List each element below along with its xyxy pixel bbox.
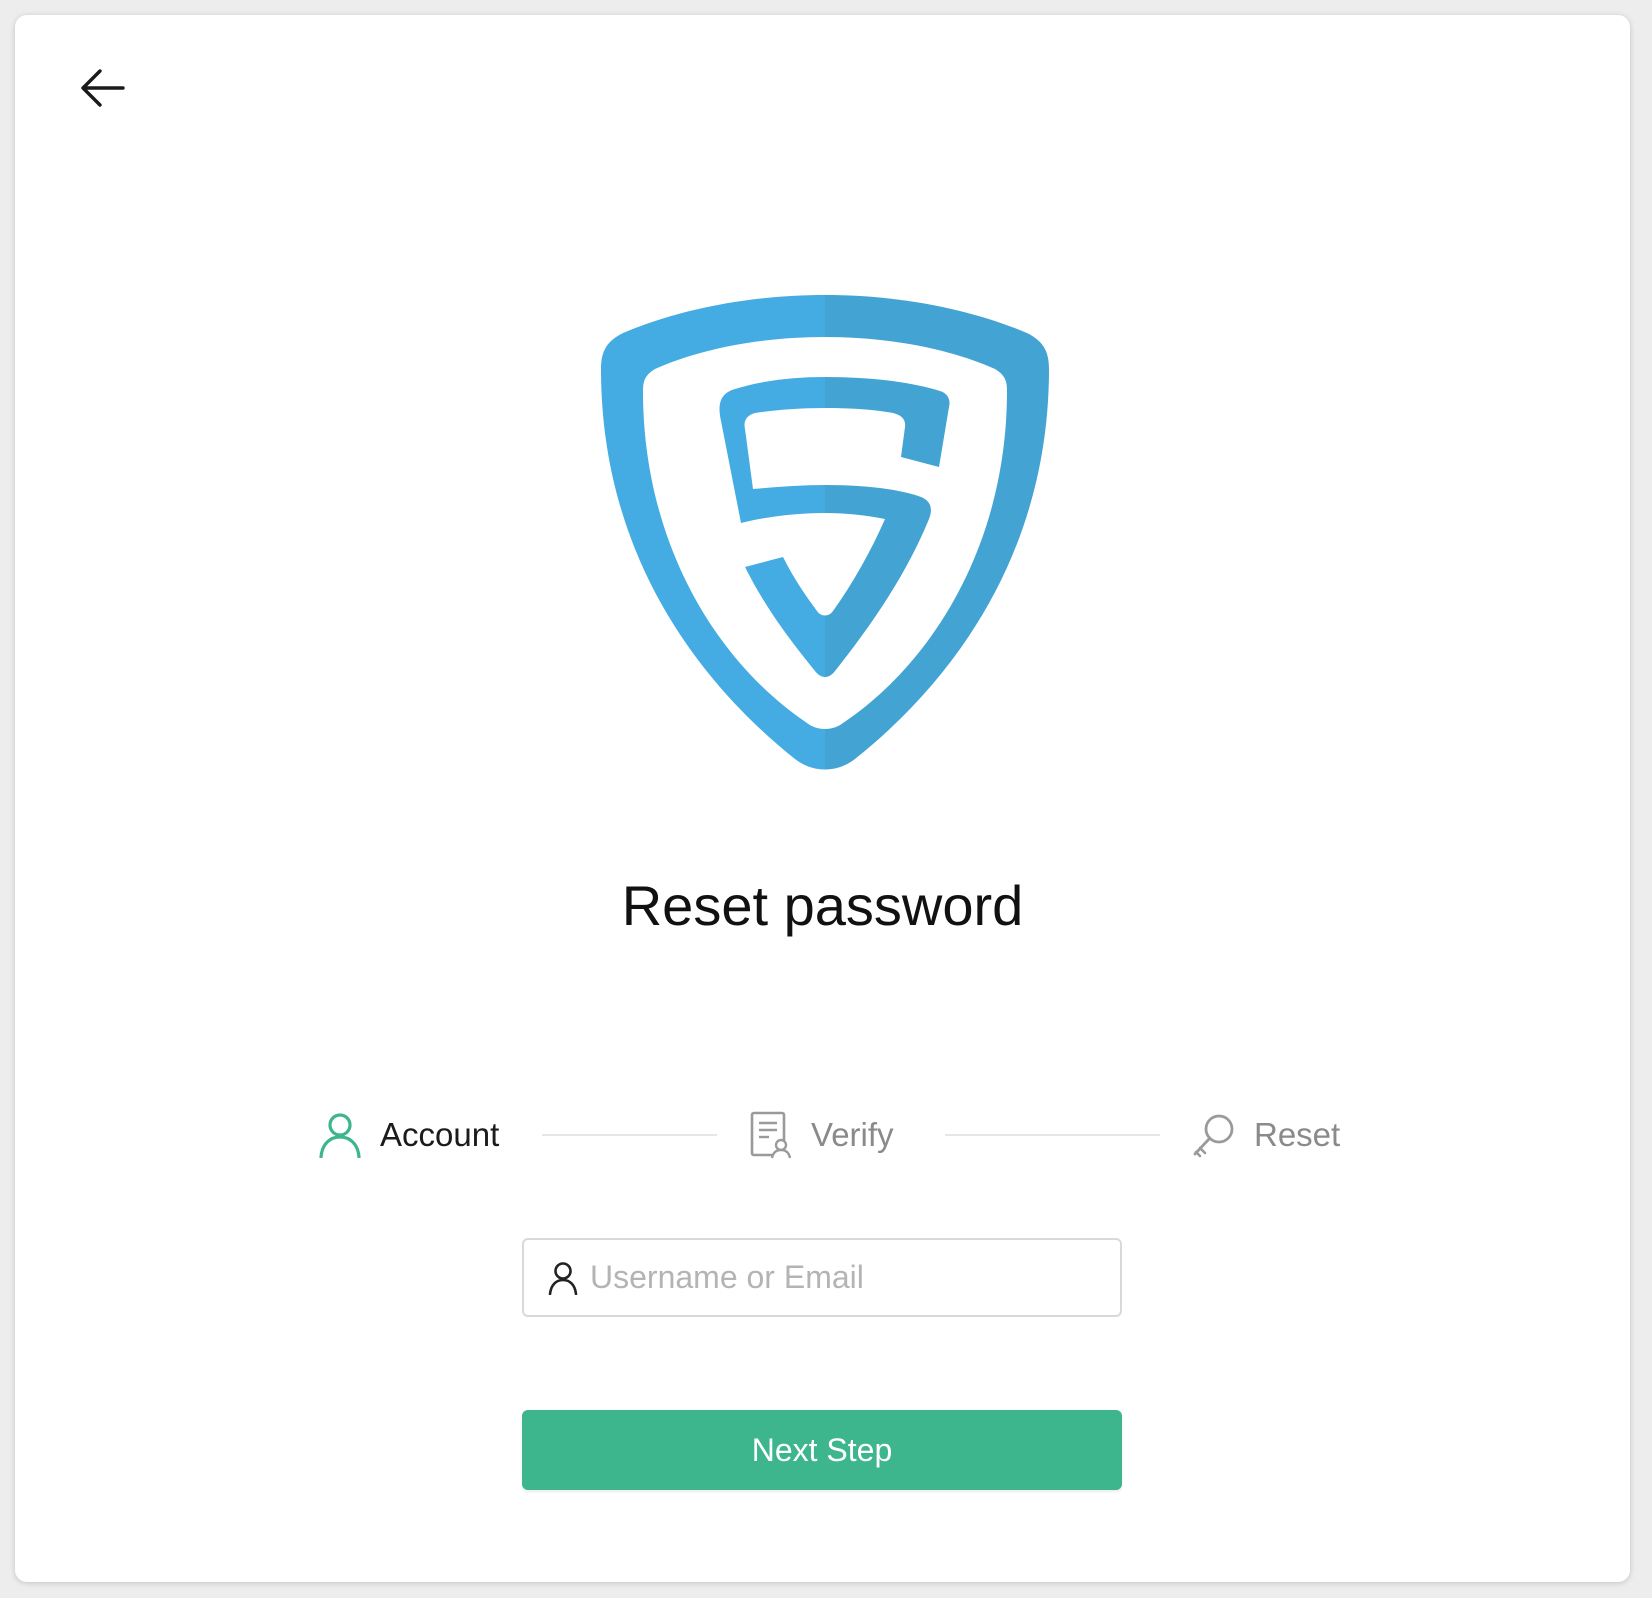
step-reset: Reset — [1190, 1100, 1340, 1170]
back-button[interactable] — [67, 53, 137, 123]
page-title: Reset password — [621, 874, 1024, 937]
key-icon — [1190, 1111, 1238, 1159]
username-input[interactable] — [590, 1259, 1120, 1296]
step-divider — [945, 1134, 1160, 1136]
step-account: Account — [316, 1100, 499, 1170]
shield-s-logo — [601, 295, 1049, 770]
reset-password-window: Reset password Account Verify Reset User… — [15, 15, 1630, 1582]
user-icon — [316, 1111, 364, 1159]
arrow-left-icon — [81, 69, 125, 107]
step-label: Account — [380, 1116, 500, 1153]
step-verify: Verify — [747, 1100, 894, 1170]
step-label: Reset — [1254, 1116, 1341, 1153]
step-label: Verify — [811, 1116, 894, 1153]
step-indicator: Account Verify Reset — [15, 1100, 1630, 1170]
username-field[interactable] — [522, 1238, 1122, 1317]
next-step-button[interactable]: Next Step — [522, 1410, 1122, 1490]
step-divider — [542, 1134, 717, 1136]
document-user-icon — [747, 1111, 795, 1159]
user-icon — [546, 1261, 580, 1295]
